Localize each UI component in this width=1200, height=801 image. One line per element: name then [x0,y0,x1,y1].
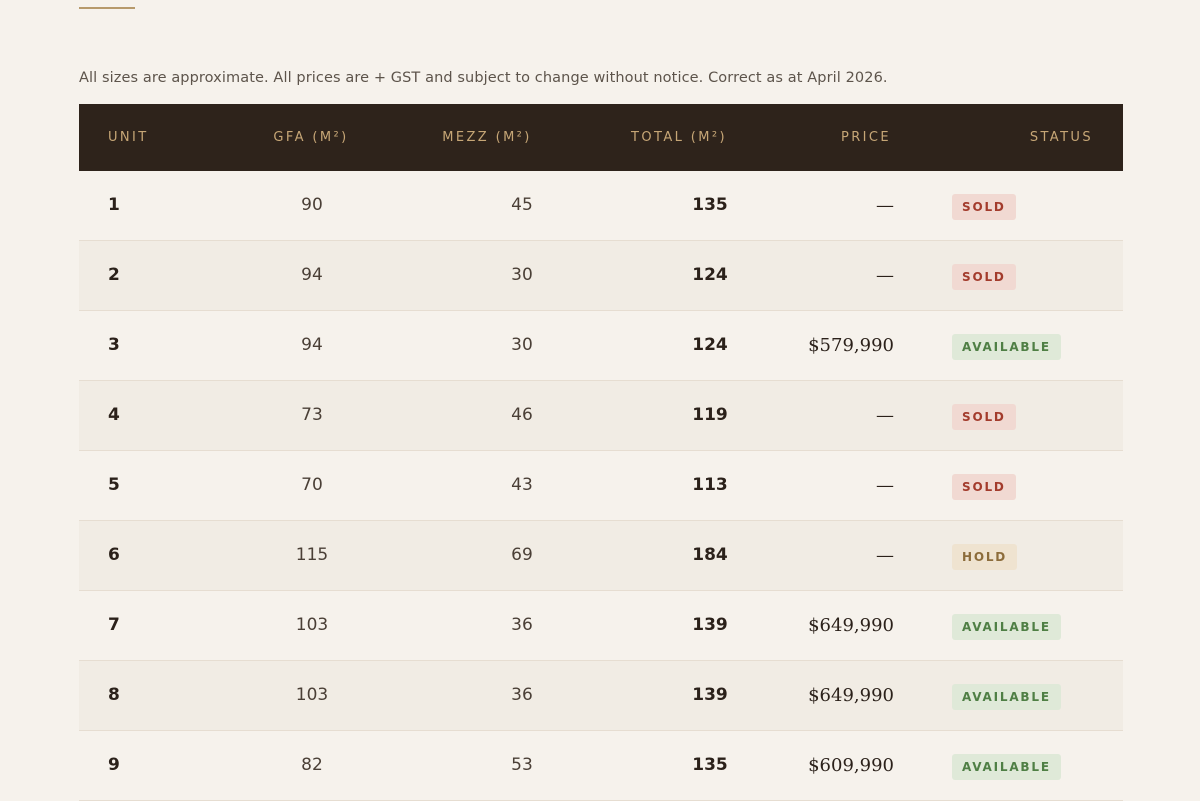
table-row: 6 115 69 184 — HOLD [79,521,1123,591]
mezz-value: 53 [511,755,533,775]
gfa-value: 90 [301,195,323,215]
mezz-value: 43 [511,475,533,495]
unit-number: 4 [108,405,120,425]
column-header-price: PRICE [841,130,891,145]
table-row: 7 103 36 139 $649,990 AVAILABLE [79,591,1123,661]
unit-number: 5 [108,475,120,495]
table-row: 9 82 53 135 $609,990 AVAILABLE [79,731,1123,801]
status-cell: SOLD [952,381,1016,450]
gfa-value: 73 [301,405,323,425]
mezz-value: 30 [511,265,533,285]
status-cell: SOLD [952,241,1016,310]
unit-number: 1 [108,195,120,215]
price-value: $649,990 [808,615,894,636]
status-cell: AVAILABLE [952,311,1061,380]
gfa-value: 70 [301,475,323,495]
status-cell: SOLD [952,171,1016,240]
column-header-total: TOTAL (M²) [631,130,727,145]
table-row: 2 94 30 124 — SOLD [79,241,1123,311]
gfa-value: 115 [295,545,329,565]
column-header-mezz: MEZZ (M²) [442,130,532,145]
gfa-value: 103 [295,615,329,635]
status-cell: AVAILABLE [952,661,1061,730]
unit-number: 7 [108,615,120,635]
status-badge: SOLD [952,193,1016,220]
status-badge: SOLD [952,263,1016,290]
total-value: 135 [692,755,728,775]
mezz-value: 69 [511,545,533,565]
status-badge: SOLD [952,473,1016,500]
price-value: — [876,545,894,566]
price-value: $579,990 [808,335,894,356]
status-cell: HOLD [952,521,1018,590]
status-badge: HOLD [952,543,1018,570]
status-badge: AVAILABLE [952,613,1061,640]
table-row: 4 73 46 119 — SOLD [79,381,1123,451]
mezz-value: 45 [511,195,533,215]
total-value: 139 [692,685,728,705]
gfa-value: 94 [301,265,323,285]
column-header-unit: UNIT [108,130,149,145]
unit-number: 9 [108,755,120,775]
unit-number: 8 [108,685,120,705]
mezz-value: 36 [511,615,533,635]
total-value: 113 [692,475,728,495]
table-body: 1 90 45 135— SOLD 2 94 30 124— SOLD 3 94 30 124 $579,9… [79,171,1123,801]
total-value: 124 [692,335,728,355]
column-header-gfa: GFA (M²) [273,130,349,145]
price-value: $609,990 [808,755,894,776]
unit-number: 6 [108,545,120,565]
price-value: — [876,475,894,496]
status-badge: AVAILABLE [952,753,1061,780]
status-badge: SOLD [952,403,1016,430]
table-row: 8 103 36 139 $649,990 AVAILABLE [79,661,1123,731]
price-value: $649,990 [808,685,894,706]
gfa-value: 82 [301,755,323,775]
total-value: 139 [692,615,728,635]
table-header: UNIT GFA (M²) MEZZ (M²) TOTAL (M²) PRICE… [79,104,1123,171]
column-header-status: STATUS [1029,130,1093,145]
status-cell: AVAILABLE [952,591,1061,660]
status-badge: AVAILABLE [952,333,1061,360]
price-value: — [876,195,894,216]
table-row: 1 90 45 135 — SOLD [79,171,1123,241]
total-value: 124 [692,265,728,285]
mezz-value: 36 [511,685,533,705]
status-badge: AVAILABLE [952,683,1061,710]
mezz-value: 46 [511,405,533,425]
table-row: 5 70 43 113 — SOLD [79,451,1123,521]
unit-number: 3 [108,335,120,355]
total-value: 119 [692,405,728,425]
status-cell: AVAILABLE [952,731,1061,800]
price-value: — [876,405,894,426]
disclaimer-text: All sizes are approximate. All prices ar… [79,69,888,86]
status-cell: SOLD [952,451,1016,520]
gfa-value: 103 [295,685,329,705]
table-row: 3 94 30 124 $579,990 AVAILABLE [79,311,1123,381]
pricing-table: UNIT GFA (M²) MEZZ (M²) TOTAL (M²) PRICE… [79,104,1123,801]
unit-number: 2 [108,265,120,285]
price-value: — [876,265,894,286]
gfa-value: 94 [301,335,323,355]
accent-rule [79,7,135,9]
mezz-value: 30 [511,335,533,355]
total-value: 135 [692,195,728,215]
total-value: 184 [692,545,728,565]
